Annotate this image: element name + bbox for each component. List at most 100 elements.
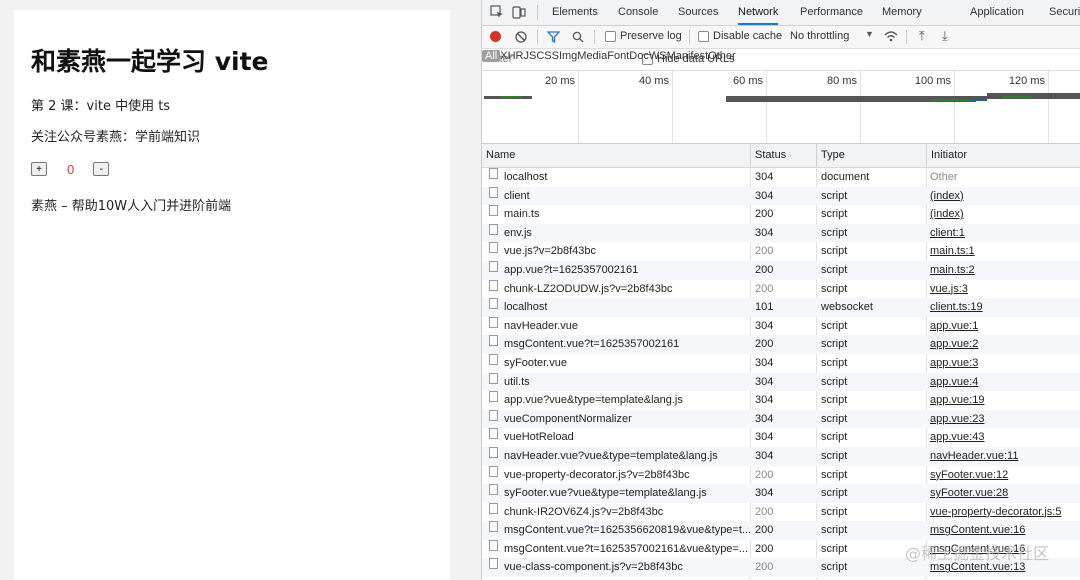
request-initiator[interactable]: client:1 [930,224,1080,243]
filter-type-ws[interactable]: WS [649,50,667,62]
inspect-element-icon[interactable] [490,5,504,19]
request-initiator[interactable]: msgContent.vue:16 [930,521,1080,540]
table-row[interactable]: navHeader.vue 304 script app.vue:1 [482,316,1080,336]
timeline-tick-label: 60 ms [733,75,763,87]
column-header-initiator[interactable]: Initiator [926,144,1080,167]
filter-icon[interactable] [547,31,560,43]
request-status: 200 [755,542,774,555]
request-initiator[interactable]: app.vue:19 [930,391,1080,410]
disable-cache-checkbox[interactable] [698,31,709,42]
table-row[interactable]: vueComponentNormalizer 304 script app.vue:2… [482,409,1080,429]
request-initiator[interactable]: app.vue:43 [930,428,1080,447]
request-initiator[interactable]: app.vue:4 [930,373,1080,392]
request-type: script [821,505,848,518]
filter-type-other[interactable]: Other [708,50,736,62]
divider [906,30,907,44]
lesson-text: 第 2 课：vite 中使用 ts [31,99,171,114]
request-type: script [821,245,848,258]
table-row[interactable]: syFooter.vue 304 script app.vue:3 [482,353,1080,373]
table-row[interactable]: util.ts 304 script app.vue:4 [482,372,1080,392]
export-har-icon[interactable]: ⤓ [942,28,948,44]
request-type: script [821,468,848,481]
request-initiator[interactable]: app.vue:23 [930,410,1080,429]
column-header-type[interactable]: Type [816,144,926,167]
filter-type-js[interactable]: JS [523,50,536,62]
table-row[interactable]: msgContent.vue?t=1625356620819&vue&type=… [482,521,1080,540]
request-initiator[interactable]: app.vue:2 [930,335,1080,354]
request-initiator[interactable]: client.ts:19 [930,298,1080,317]
tab-security[interactable]: Security [1049,0,1080,25]
tab-performance[interactable]: Performance [800,0,863,25]
request-initiator[interactable]: syFooter.vue:28 [930,484,1080,503]
timeline-gridline [578,71,579,143]
rendered-page: 和素燕一起学习 vite 第 2 课：vite 中使用 ts 关注公众号素燕：学… [14,10,450,580]
network-conditions-icon[interactable] [884,30,898,43]
request-name: vue.js?v=2b8f43bc [504,245,597,258]
timeline-gridline [860,71,861,143]
search-icon[interactable] [572,31,584,43]
table-row[interactable]: chunk-IR2OV6Z4.js?v=2b8f43bc 200 script vue… [482,502,1080,522]
tab-application[interactable]: Application [970,0,1024,25]
filter-type-manifest[interactable]: Manifest [667,50,709,62]
request-initiator[interactable]: (index) [930,187,1080,206]
tab-elements[interactable]: Elements [552,0,598,25]
table-row[interactable]: vue.js?v=2b8f43bc 200 script main.ts:1 [482,242,1080,261]
import-har-icon[interactable]: ⤒ [919,28,925,44]
request-initiator[interactable]: navHeader.vue:11 [930,447,1080,466]
timeline-bar [932,99,972,101]
table-row[interactable]: app.vue?vue&type=template&lang.js 304 scri… [482,391,1080,410]
filter-type-css[interactable]: CSS [536,50,559,62]
filter-type-media[interactable]: Media [577,50,607,62]
request-name: main.ts [504,208,540,221]
tab-memory[interactable]: Memory [882,0,922,25]
request-type: script [821,226,848,239]
tab-network[interactable]: Network [738,0,779,25]
table-row[interactable]: chunk-LZ2ODUDW.js?v=2b8f43bc 200 script vue… [482,279,1080,299]
file-icon [489,316,498,328]
network-timeline[interactable]: 20 ms 40 ms 60 ms 80 ms 100 ms 120 ms [482,71,1080,144]
table-row[interactable]: main.ts 200 script (index) [482,205,1080,224]
preserve-log-checkbox[interactable] [605,31,616,42]
table-row[interactable]: vueHotReload 304 script app.vue:43 [482,428,1080,447]
table-header: Name Status Type Initiator [482,144,1080,168]
filter-bar: Filter Hide data URLs All XHRJSCSSImgMedi… [482,49,1080,71]
request-initiator[interactable]: syFooter.vue:12 [930,466,1080,485]
device-toolbar-icon[interactable] [512,5,526,19]
table-row[interactable]: localhost 101 websocket client.ts:19 [482,298,1080,317]
request-initiator[interactable]: app.vue:1 [930,317,1080,336]
filter-type-font[interactable]: Font [607,50,629,62]
column-header-name[interactable]: Name [482,144,750,167]
request-initiator[interactable]: main.ts:2 [930,261,1080,280]
request-initiator[interactable]: main.ts:1 [930,242,1080,261]
filter-type-img[interactable]: Img [559,50,577,62]
clear-icon[interactable] [515,31,527,43]
column-header-status[interactable]: Status [750,144,816,167]
file-icon [489,260,498,272]
request-initiator[interactable]: app.vue:3 [930,354,1080,373]
request-status: 200 [755,505,774,518]
table-row[interactable]: env.js 304 script client:1 [482,223,1080,243]
timeline-bar [972,99,987,101]
disable-cache-label: Disable cache [713,30,783,42]
tab-console[interactable]: Console [618,0,658,25]
table-row[interactable]: localhost 304 document Other [482,168,1080,187]
request-initiator[interactable]: (index) [930,205,1080,224]
table-row[interactable]: client 304 script (index) [482,186,1080,206]
increment-button[interactable]: + [31,162,47,176]
filter-type-all[interactable]: All [482,50,501,62]
decrement-button[interactable]: - [93,162,110,176]
throttling-select[interactable]: No throttling [790,30,849,42]
record-icon[interactable] [490,31,501,42]
table-row[interactable]: app.vue?t=1625357002161 200 script main.ts:… [482,260,1080,280]
filter-type-doc[interactable]: Doc [629,50,649,62]
table-row[interactable]: msgContent.vue?t=1625357002161 200 script a… [482,335,1080,354]
table-row[interactable]: vue-property-decorator.js?v=2b8f43bc 200 s… [482,465,1080,485]
table-row[interactable]: syFooter.vue?vue&type=template&lang.js 30… [482,484,1080,503]
file-icon [489,465,498,477]
tab-sources[interactable]: Sources [678,0,718,25]
request-initiator[interactable]: vue-property-decorator.js:5 [930,503,1080,522]
filter-type-xhr[interactable]: XHR [500,50,523,62]
file-icon [489,539,498,551]
table-row[interactable]: navHeader.vue?vue&type=template&lang.js 3… [482,446,1080,466]
request-initiator[interactable]: vue.js:3 [930,280,1080,299]
